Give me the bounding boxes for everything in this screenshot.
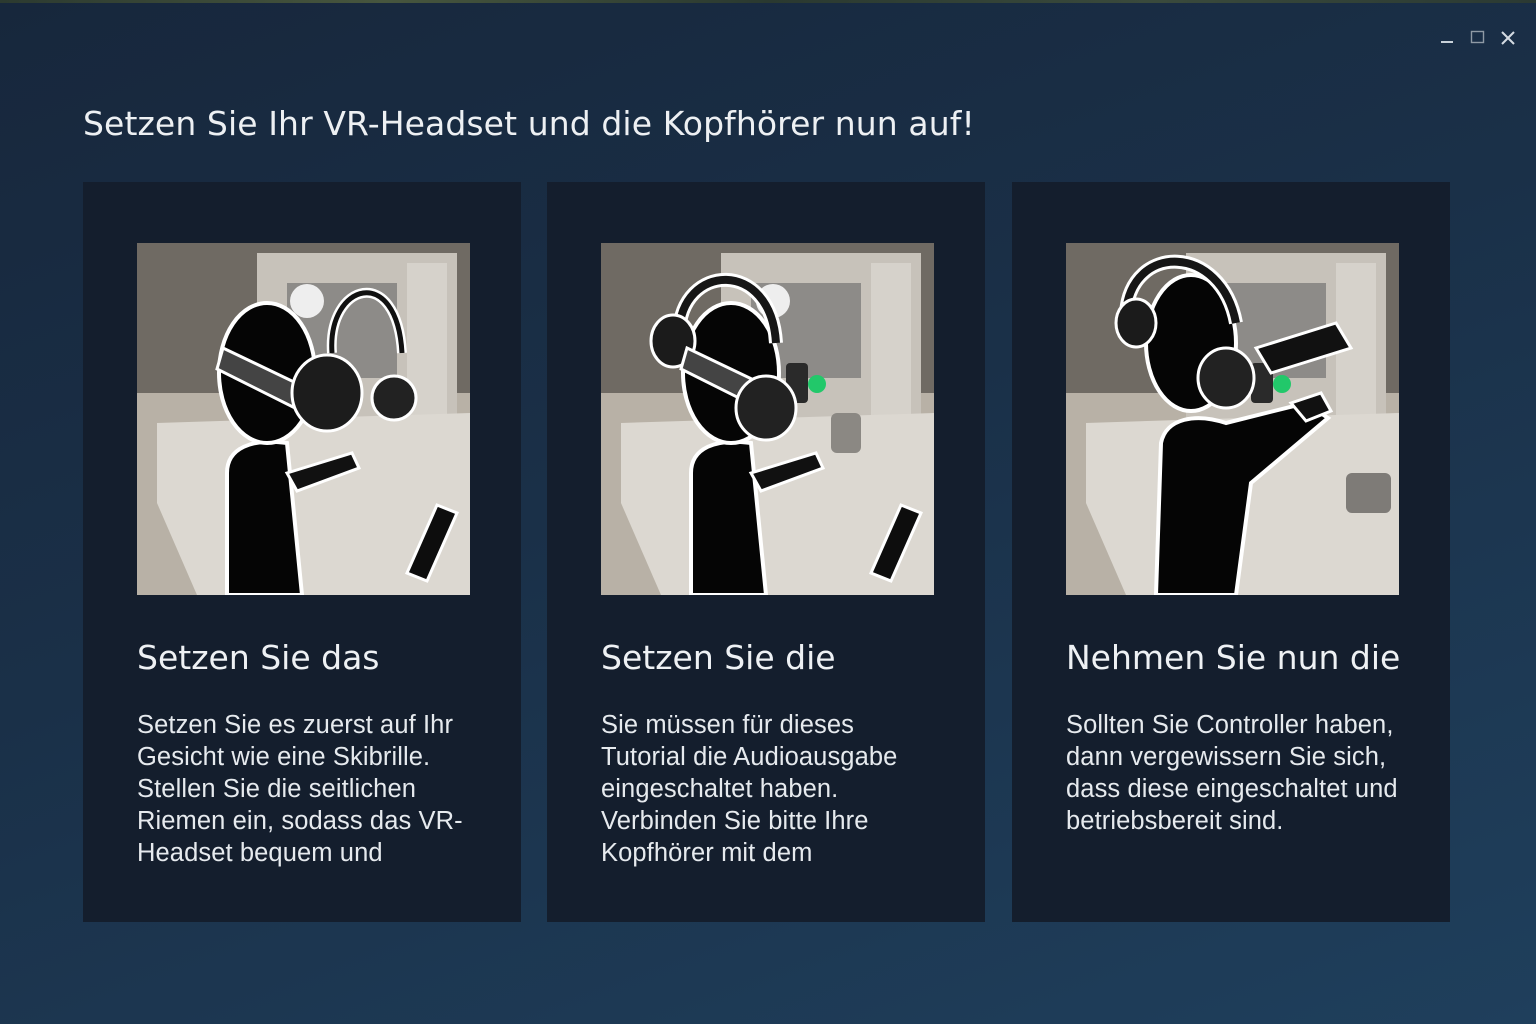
instruction-card-controllers: Nehmen Sie nun die Sollten Sie Controlle… [1012,182,1450,922]
card-body: Sollten Sie Controller haben, dann verge… [1066,711,1398,835]
instruction-card-headset: Setzen Sie das Setzen Sie es zuerst auf … [83,182,521,922]
card-title: Nehmen Sie nun die [1066,638,1401,677]
close-button[interactable] [1498,26,1518,50]
pick-up-controllers-illustration [1066,243,1399,595]
card-title: Setzen Sie die [601,638,836,677]
headphones-illustration-icon [601,243,934,595]
controllers-illustration-icon [1066,243,1399,595]
close-icon [1501,31,1515,45]
top-edge-strip [0,0,1536,3]
card-title: Setzen Sie das [137,638,380,677]
vr-headset-illustration-icon [137,243,470,595]
put-on-headset-illustration [137,243,470,595]
card-body: Sie müssen für dieses Tutorial die Audio… [601,711,898,867]
window-controls [1438,26,1518,50]
minimize-button[interactable] [1438,26,1458,50]
maximize-icon [1470,30,1485,44]
card-body: Setzen Sie es zuerst auf Ihr Gesicht wie… [137,711,463,867]
instruction-card-headphones: Setzen Sie die Sie müssen für dieses Tut… [547,182,985,922]
page-title: Setzen Sie Ihr VR-Headset und die Kopfhö… [83,104,975,143]
put-on-headphones-illustration [601,243,934,595]
maximize-button[interactable] [1468,26,1488,50]
minimize-icon [1441,41,1453,43]
